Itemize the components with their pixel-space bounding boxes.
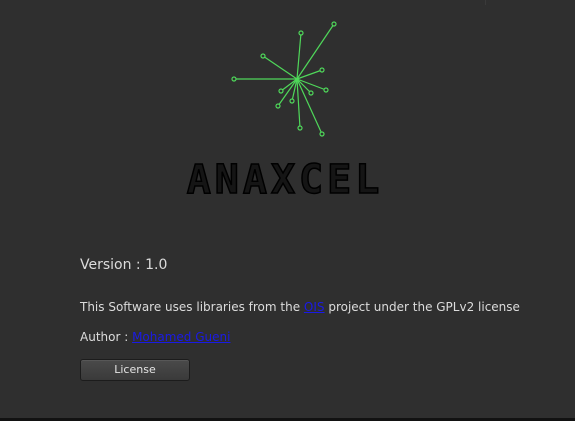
- anaxcel-wordmark-logo: ANAXCEL: [186, 160, 384, 198]
- ois-link[interactable]: OIS: [304, 300, 325, 314]
- node-network-burst-icon: [231, 21, 337, 137]
- window-edge-mark: [485, 0, 486, 5]
- version-label: Version : 1.0: [80, 257, 168, 273]
- author-prefix: Author :: [80, 330, 133, 344]
- license-button[interactable]: License: [80, 359, 190, 381]
- about-dialog: ANAXCEL Version : 1.0 This Software uses…: [0, 0, 575, 421]
- libraries-notice: This Software uses libraries from the OI…: [80, 300, 520, 314]
- svg-text:ANAXCEL: ANAXCEL: [187, 160, 384, 198]
- author-line: Author : Mohamed Gueni: [80, 330, 230, 344]
- libraries-notice-prefix: This Software uses libraries from the: [80, 300, 304, 314]
- author-link[interactable]: Mohamed Gueni: [132, 330, 230, 344]
- libraries-notice-suffix: project under the GPLv2 license: [324, 300, 520, 314]
